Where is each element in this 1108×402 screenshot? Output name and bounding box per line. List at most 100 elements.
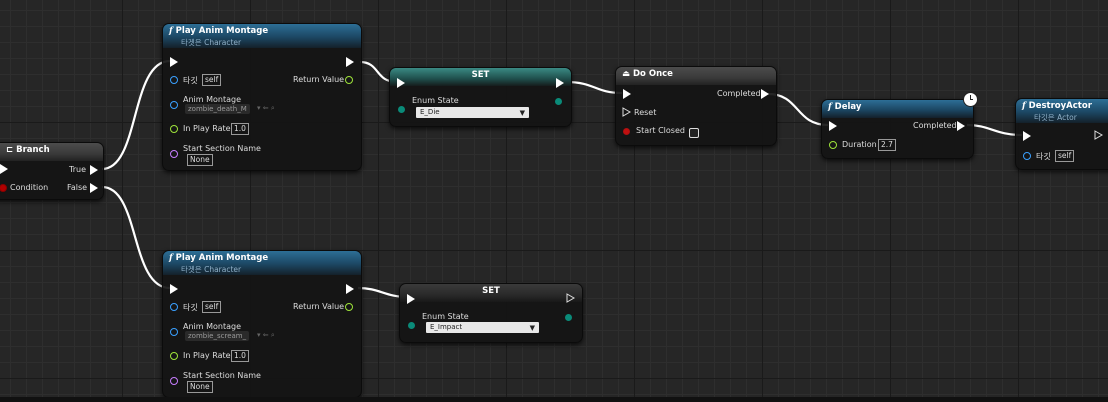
destroy-target-pin[interactable] xyxy=(1023,152,1031,160)
set2-exec-out-pin[interactable] xyxy=(566,293,575,303)
destroy-subtitle: 타깃은 Actor xyxy=(1034,113,1077,122)
montage2-return-pin[interactable] xyxy=(345,303,353,311)
delay-completed-pin[interactable] xyxy=(957,121,965,131)
do-once-title: Do Once xyxy=(633,69,673,79)
delay-duration-value[interactable]: 2.7 xyxy=(878,139,896,151)
montage2-rate-label: In Play Rate xyxy=(183,351,231,360)
branch-exec-in-pin[interactable] xyxy=(0,164,8,174)
set2-enum-dropdown[interactable]: E_Impact ▼ xyxy=(426,322,539,333)
montage1-section-pin[interactable] xyxy=(170,150,178,158)
delay-title: Delay xyxy=(834,102,862,112)
set1-exec-out-pin[interactable] xyxy=(556,78,564,88)
montage1-target-label: 타깃 xyxy=(183,76,198,85)
do-once-exec-in-pin[interactable] xyxy=(623,89,631,99)
montage2-asset-browse-icons[interactable]: ▾ ⇐ ⌕ xyxy=(257,331,275,340)
branch-true-pin[interactable] xyxy=(90,165,98,175)
branch-header[interactable]: ⊏ Branch xyxy=(0,143,103,161)
montage2-section-value[interactable]: None xyxy=(187,381,213,393)
montage1-target-value[interactable]: self xyxy=(202,74,222,86)
montage1-rate-value[interactable]: 1.0 xyxy=(231,123,249,135)
montage2-target-pin[interactable] xyxy=(170,303,178,311)
montage2-rate-pin[interactable] xyxy=(170,352,178,360)
delay-header[interactable]: f Delay xyxy=(822,100,973,118)
destroy-target-value[interactable]: self xyxy=(1055,150,1075,162)
set2-enum-out-pin[interactable] xyxy=(565,314,572,321)
chevron-down-icon: ▼ xyxy=(519,109,525,117)
destroy-actor-node[interactable]: f DestroyActor 타깃은 Actor 타깃 self xyxy=(1015,98,1108,170)
montage1-exec-in-pin[interactable] xyxy=(170,57,178,67)
set2-enum-value: E_Impact xyxy=(430,323,463,331)
montage2-exec-in-pin[interactable] xyxy=(170,284,178,294)
montage2-exec-out-pin[interactable] xyxy=(346,284,354,294)
branch-condition-pin[interactable] xyxy=(0,184,7,192)
montage2-rate-value[interactable]: 1.0 xyxy=(231,350,249,362)
delay-node[interactable]: f Delay Completed Duration 2.7 xyxy=(821,92,978,159)
montage2-montage-label: Anim Montage xyxy=(183,322,242,331)
set1-exec-in-pin[interactable] xyxy=(397,78,405,88)
graph-bottom-edge xyxy=(0,397,1108,402)
delay-exec-in-pin[interactable] xyxy=(829,121,837,131)
do-once-node[interactable]: ⏏ Do Once Completed Reset Start Closed xyxy=(615,66,777,146)
montage2-subtitle: 타겟은 Character xyxy=(181,265,242,274)
do-once-reset-pin[interactable] xyxy=(622,107,631,117)
wire-branch-true xyxy=(101,59,171,171)
delay-duration-pin[interactable] xyxy=(829,141,837,149)
montage1-montage-label: Anim Montage xyxy=(183,95,242,104)
do-once-completed-label: Completed xyxy=(717,89,761,98)
branch-false-pin[interactable] xyxy=(90,183,98,193)
set1-enum-in-pin[interactable] xyxy=(398,106,405,113)
branch-title: Branch xyxy=(16,145,50,155)
destroy-exec-in-pin[interactable] xyxy=(1023,131,1031,141)
branch-true-label: True xyxy=(69,165,86,174)
montage2-montage-pin[interactable] xyxy=(170,328,178,336)
montage2-section-pin[interactable] xyxy=(170,377,178,385)
do-once-icon: ⏏ xyxy=(622,69,631,79)
do-once-reset-label: Reset xyxy=(634,108,657,117)
set-enum-state-node-2[interactable]: SET Enum State E_Impact ▼ xyxy=(399,283,583,343)
montage2-target-label: 타깃 xyxy=(183,303,198,312)
destroy-header[interactable]: f DestroyActor 타깃은 Actor xyxy=(1016,99,1108,123)
do-once-start-closed-checkbox[interactable] xyxy=(689,128,699,138)
play-anim-montage-node-1[interactable]: f Play Anim Montage 타겟은 Character 타깃 self… xyxy=(162,23,362,171)
montage1-target-pin[interactable] xyxy=(170,76,178,84)
set2-exec-in-pin[interactable] xyxy=(407,294,415,304)
wire-branch-false xyxy=(101,185,171,290)
set1-enum-label: Enum State xyxy=(412,96,459,105)
montage2-target-value[interactable]: self xyxy=(202,301,222,313)
branch-condition-label: Condition xyxy=(10,183,49,192)
function-icon: f xyxy=(169,26,173,36)
set-enum-state-node-1[interactable]: SET Enum State E_Die ▼ xyxy=(389,67,572,127)
destroy-title: DestroyActor xyxy=(1028,101,1092,111)
montage1-exec-out-pin[interactable] xyxy=(346,57,354,67)
montage1-header[interactable]: f Play Anim Montage 타겟은 Character xyxy=(163,24,361,48)
branch-node[interactable]: ⊏ Branch True Condition False xyxy=(0,142,104,200)
set1-enum-dropdown[interactable]: E_Die ▼ xyxy=(416,107,529,118)
set1-header[interactable]: SET xyxy=(390,68,571,86)
set1-enum-value: E_Die xyxy=(420,108,440,116)
set2-enum-in-pin[interactable] xyxy=(408,322,415,329)
wire-set1-doonce xyxy=(565,80,623,95)
do-once-start-closed-pin[interactable] xyxy=(623,128,630,135)
play-anim-montage-node-2[interactable]: f Play Anim Montage 타겟은 Character 타깃 self… xyxy=(162,250,362,398)
montage1-title: Play Anim Montage xyxy=(175,26,269,36)
montage2-montage-value[interactable]: zombie_scream_ xyxy=(185,331,250,341)
set1-enum-out-pin[interactable] xyxy=(555,98,562,105)
montage1-montage-value[interactable]: zombie_death_M xyxy=(185,104,250,114)
montage1-section-value[interactable]: None xyxy=(187,154,213,166)
montage1-rate-pin[interactable] xyxy=(170,125,178,133)
destroy-exec-out-pin[interactable] xyxy=(1094,130,1103,140)
montage2-header[interactable]: f Play Anim Montage 타겟은 Character xyxy=(163,251,361,275)
set2-header[interactable]: SET xyxy=(400,284,582,302)
wire-doonce-delay xyxy=(767,92,829,127)
do-once-start-closed-label: Start Closed xyxy=(636,126,685,135)
branch-false-label: False xyxy=(67,183,88,192)
do-once-header[interactable]: ⏏ Do Once xyxy=(616,67,776,85)
montage1-montage-pin[interactable] xyxy=(170,101,178,109)
montage1-return-pin[interactable] xyxy=(345,76,353,84)
set2-title: SET xyxy=(482,286,500,296)
montage1-asset-browse-icons[interactable]: ▾ ⇐ ⌕ xyxy=(257,104,275,113)
montage1-section-label: Start Section Name xyxy=(183,144,261,153)
montage1-rate-label: In Play Rate xyxy=(183,124,231,133)
do-once-completed-pin[interactable] xyxy=(761,89,769,99)
montage2-section-label: Start Section Name xyxy=(183,371,261,380)
